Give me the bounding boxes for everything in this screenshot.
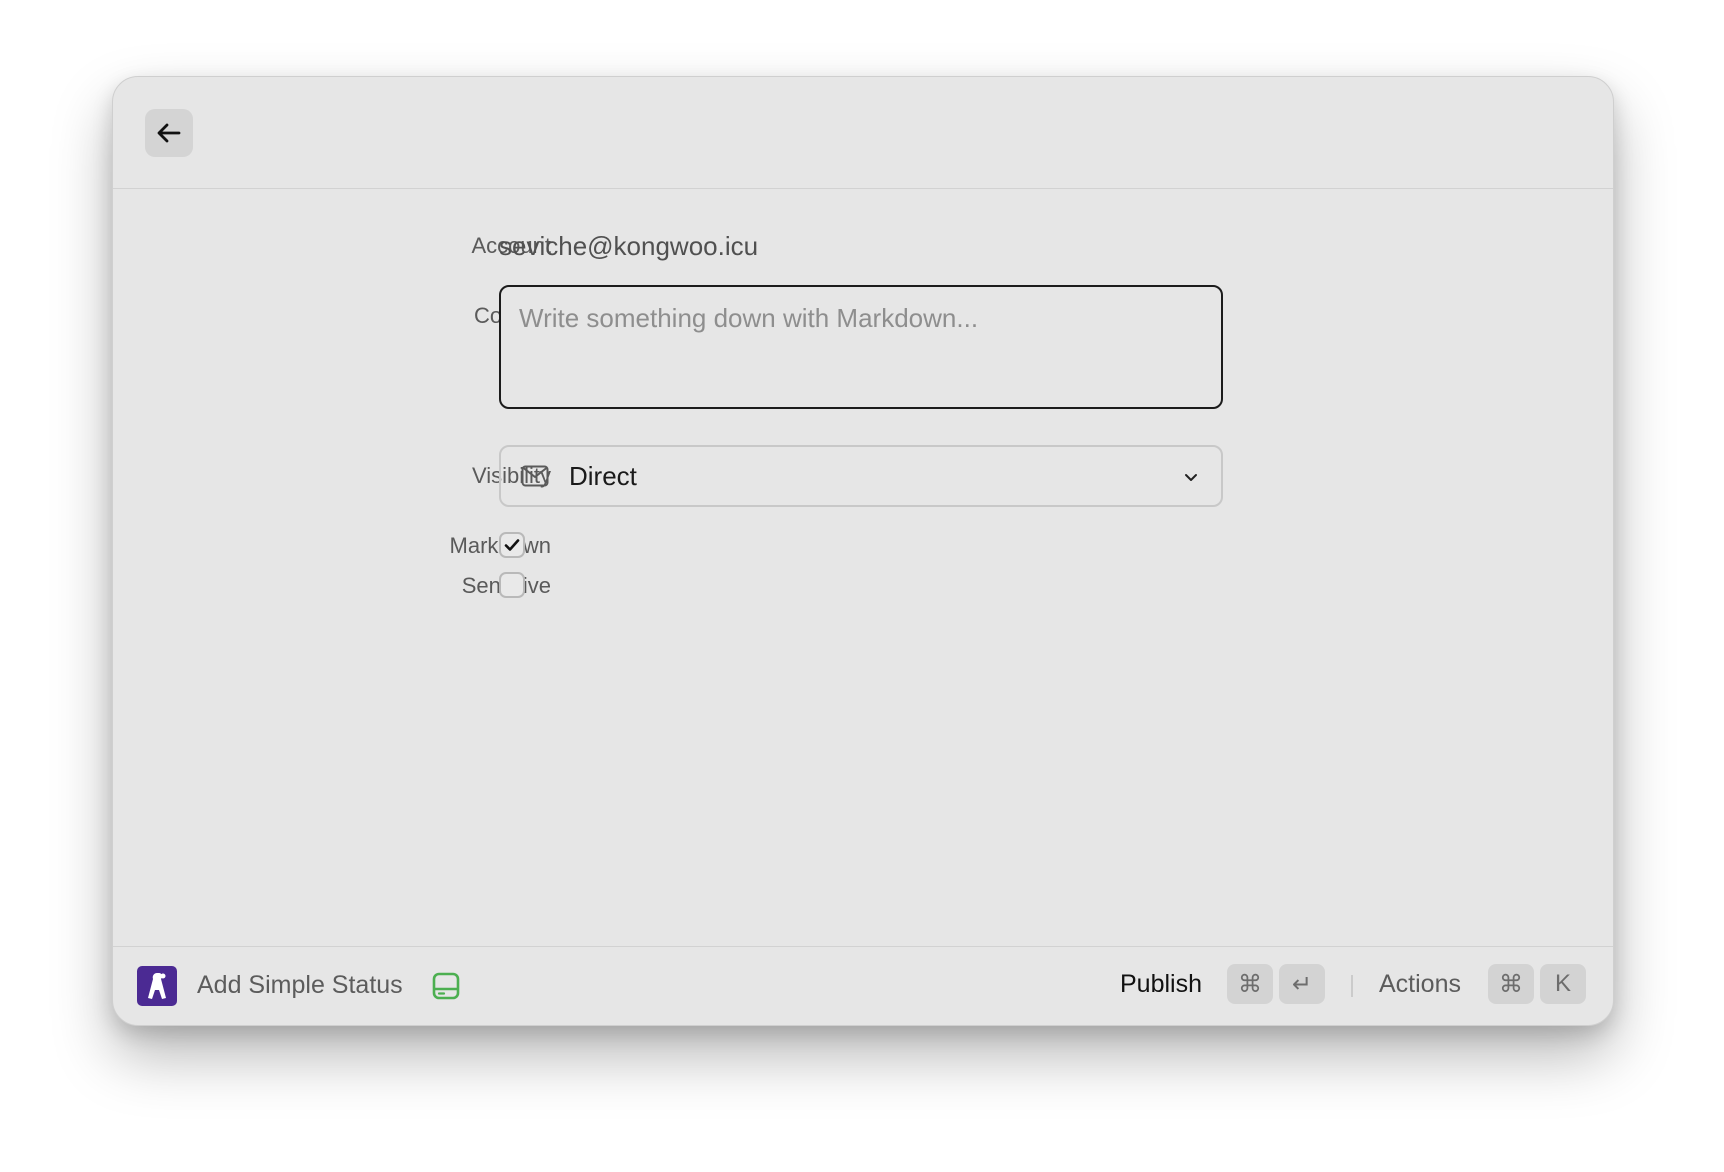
- command-key-icon: ⌘: [1488, 964, 1534, 1004]
- app-logo-icon: [137, 966, 177, 1006]
- account-value: seviche@kongwoo.icu: [499, 231, 759, 261]
- action-bar: Add Simple Status Publish ⌘ ↵ Actions ⌘ …: [113, 946, 1613, 1025]
- app-title: Add Simple Status: [197, 971, 403, 999]
- extension-window: Account seviche@kongwoo.icu Content Visi…: [112, 76, 1614, 1026]
- return-key-icon: ↵: [1279, 964, 1325, 1004]
- content-textarea[interactable]: [499, 285, 1223, 409]
- visibility-value: Direct: [569, 460, 637, 491]
- footer-divider: [1351, 975, 1353, 997]
- publish-button[interactable]: Publish: [1120, 970, 1202, 999]
- top-bar: [113, 77, 1613, 189]
- sensitive-checkbox[interactable]: [499, 572, 525, 598]
- hard-drive-icon: [432, 972, 460, 1000]
- actions-button[interactable]: Actions: [1379, 970, 1461, 999]
- mail-icon: [521, 464, 551, 488]
- k-key-icon: K: [1540, 964, 1586, 1004]
- markdown-checkbox[interactable]: [499, 532, 525, 558]
- visibility-select[interactable]: Direct: [499, 445, 1223, 507]
- arrow-left-icon: [157, 123, 181, 143]
- command-key-icon: ⌘: [1227, 964, 1273, 1004]
- checkmark-icon: [504, 539, 520, 551]
- chevron-down-icon: [1185, 474, 1197, 481]
- back-button[interactable]: [145, 109, 193, 157]
